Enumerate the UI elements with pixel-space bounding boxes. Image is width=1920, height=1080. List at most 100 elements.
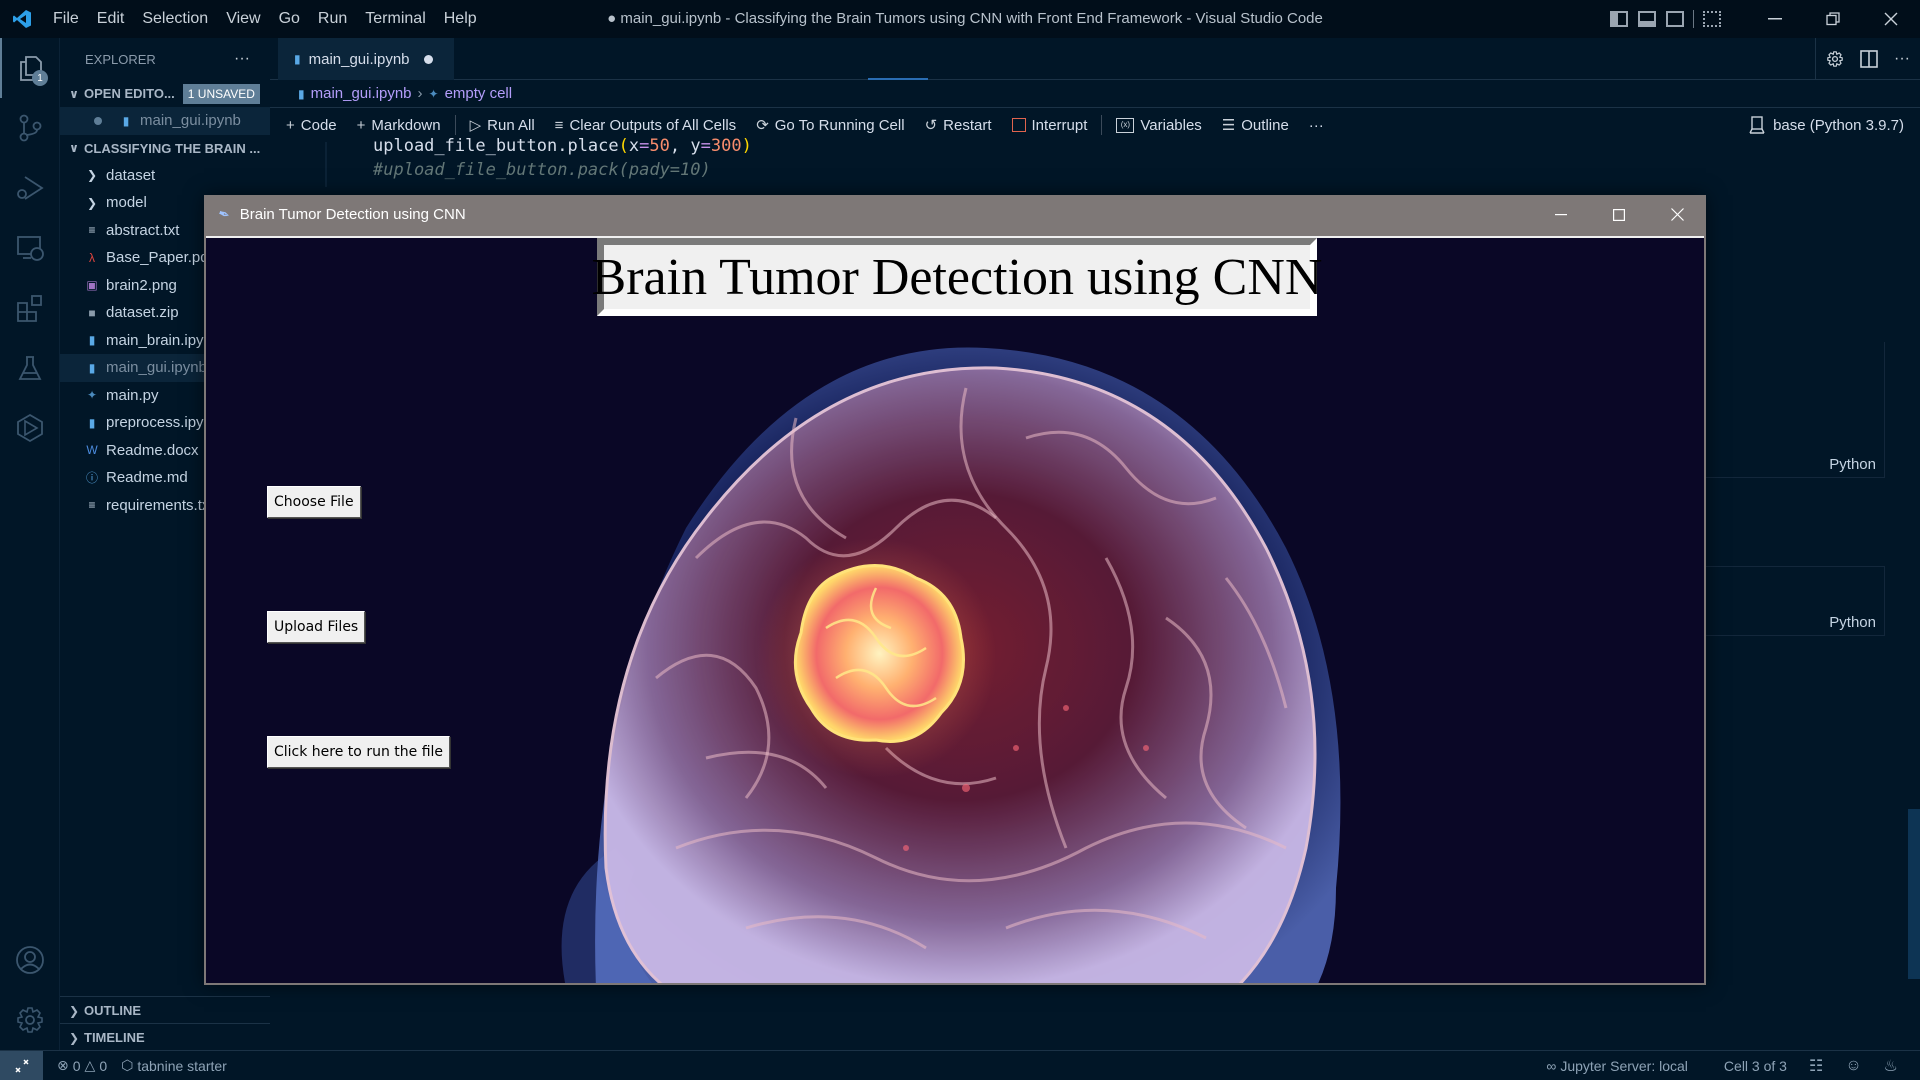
toolbar-more-button[interactable]: ···: [1309, 117, 1324, 134]
remote-icon: [14, 1058, 29, 1073]
editor-scrollbar-thumb[interactable]: [1908, 809, 1920, 979]
menu-terminal[interactable]: Terminal: [356, 10, 434, 28]
divider: [1693, 10, 1694, 28]
menu-selection[interactable]: Selection: [133, 10, 217, 28]
add-markdown-cell-button[interactable]: + Markdown: [357, 117, 441, 134]
kernel-picker[interactable]: base (Python 3.9.7): [1749, 108, 1904, 142]
code-token: (: [618, 136, 629, 156]
timeline-section[interactable]: ❯ TIMELINE: [60, 1024, 270, 1050]
tree-item-label: model: [106, 194, 147, 212]
close-button[interactable]: [1862, 0, 1920, 38]
open-editors-section[interactable]: ∨ OPEN EDITO... 1 UNSAVED: [60, 80, 270, 107]
problems-status[interactable]: ⊗ 0 △ 0: [57, 1057, 107, 1074]
add-code-cell-button[interactable]: + Code: [286, 117, 337, 134]
code-token: =: [639, 136, 650, 156]
tk-close-button[interactable]: [1648, 195, 1706, 234]
activity-manage[interactable]: [0, 990, 60, 1050]
breadcrumb-cell[interactable]: empty cell: [445, 85, 513, 102]
cell-language-label[interactable]: Python: [1829, 614, 1876, 631]
project-section[interactable]: ∨ CLASSIFYING THE BRAIN ...: [60, 135, 270, 162]
interrupt-button[interactable]: Interrupt: [1011, 117, 1087, 134]
jupyter-server-label: Jupyter Server: local: [1560, 1058, 1688, 1074]
outline-label: OUTLINE: [84, 1003, 142, 1018]
tree-item-label: main_gui.ipynb: [106, 359, 207, 377]
code-cell[interactable]: Python: [1705, 342, 1885, 478]
code-token: upload_file_button.place: [373, 136, 619, 156]
unsaved-dot-icon[interactable]: [423, 54, 433, 64]
notifications-bell-icon[interactable]: ♨: [1884, 1056, 1898, 1076]
menu-help[interactable]: Help: [435, 10, 486, 28]
activity-explorer[interactable]: 1: [0, 38, 60, 98]
menu-file[interactable]: File: [44, 10, 88, 28]
tree-item-label: requirements.txt: [106, 496, 214, 514]
activity-bar: 1: [0, 38, 60, 1050]
activity-source-control[interactable]: [0, 98, 60, 158]
clear-outputs-button[interactable]: ≡ Clear Outputs of All Cells: [555, 117, 737, 134]
toggle-secondary-sidebar-icon[interactable]: [1666, 11, 1684, 27]
tabnine-label: tabnine starter: [137, 1057, 227, 1074]
tk-minimize-button[interactable]: [1532, 195, 1590, 234]
activity-run-debug[interactable]: [0, 158, 60, 218]
tree-item-label: dataset: [106, 166, 156, 184]
variables-button[interactable]: (x) Variables: [1116, 117, 1202, 134]
more-actions-button[interactable]: ···: [1894, 50, 1910, 68]
breadcrumb: ▮ main_gui.ipynb › ✦ empty cell: [270, 80, 1920, 108]
tk-feather-icon: ✒: [215, 204, 233, 224]
code-line[interactable]: #upload_file_button.pack(pady=10): [373, 160, 711, 180]
cell-language-label[interactable]: Python: [1829, 456, 1876, 473]
settings-gear-icon[interactable]: [1826, 50, 1844, 68]
outline-button[interactable]: ☰ Outline: [1221, 116, 1289, 135]
list-icon: ☰: [1221, 117, 1236, 134]
go-to-running-cell-button[interactable]: ⟳ Go To Running Cell: [756, 116, 904, 135]
toolbar-divider: [1101, 115, 1103, 135]
tabnine-status[interactable]: ⬡ tabnine starter: [121, 1057, 227, 1074]
code-cell[interactable]: Python: [1705, 566, 1885, 636]
choose-file-button[interactable]: Choose File: [267, 486, 361, 518]
run-all-button[interactable]: ▷ Run All: [470, 116, 535, 135]
menu-run[interactable]: Run: [309, 10, 356, 28]
minimize-button[interactable]: [1746, 0, 1804, 38]
tumor-mass: [793, 564, 965, 743]
chevron-down-icon: ∨: [69, 141, 79, 155]
tab-main-gui[interactable]: ▮ main_gui.ipynb: [278, 38, 454, 80]
copilot-icon[interactable]: ☷: [1809, 1056, 1823, 1076]
code-token: ): [741, 136, 752, 156]
activity-accounts[interactable]: [0, 930, 60, 990]
python-icon: ✦: [428, 86, 439, 101]
activity-extensions[interactable]: [0, 278, 60, 338]
tk-maximize-button[interactable]: [1590, 195, 1648, 234]
remote-indicator-button[interactable]: [0, 1050, 43, 1080]
tree-item-label: brain2.png: [106, 276, 177, 294]
chevron-right-icon: ❯: [68, 1003, 80, 1018]
breadcrumb-file[interactable]: main_gui.ipynb: [311, 85, 412, 102]
activity-remote-explorer[interactable]: [0, 218, 60, 278]
split-editor-icon[interactable]: [1860, 50, 1878, 68]
restore-button[interactable]: [1804, 0, 1862, 38]
feedback-icon[interactable]: ☺: [1845, 1057, 1861, 1075]
cell-position-status[interactable]: Cell 3 of 3: [1724, 1058, 1787, 1074]
explorer-badge: 1: [32, 70, 48, 86]
activity-testing[interactable]: [0, 338, 60, 398]
tree-item-dataset[interactable]: ❯ dataset: [60, 162, 270, 190]
menu-view[interactable]: View: [217, 10, 269, 28]
restart-button[interactable]: ↺ Restart: [925, 116, 992, 135]
customize-layout-icon[interactable]: [1703, 11, 1721, 27]
run-file-button[interactable]: Click here to run the file: [267, 736, 451, 768]
project-label: CLASSIFYING THE BRAIN ...: [84, 140, 261, 156]
notebook-icon: ▮: [88, 360, 96, 375]
error-count: 0: [72, 1057, 81, 1074]
activity-jupyter[interactable]: [0, 398, 60, 458]
upload-files-button[interactable]: Upload Files: [267, 611, 366, 643]
code-line[interactable]: upload_file_button.place(x=50, y=300): [373, 136, 752, 156]
menu-go[interactable]: Go: [270, 10, 309, 28]
tk-window-title: Brain Tumor Detection using CNN: [239, 206, 466, 223]
tk-title-bar[interactable]: ✒ Brain Tumor Detection using CNN: [204, 195, 1706, 234]
toggle-panel-icon[interactable]: [1638, 11, 1656, 27]
outline-section[interactable]: ❯ OUTLINE: [60, 997, 270, 1024]
jupyter-server-status[interactable]: ∞ Jupyter Server: local: [1546, 1058, 1688, 1074]
chevron-right-icon: ❯: [86, 195, 98, 210]
toggle-primary-sidebar-icon[interactable]: [1610, 11, 1628, 27]
open-editor-item[interactable]: ▮ main_gui.ipynb: [60, 107, 270, 135]
explorer-more-button[interactable]: ···: [234, 50, 250, 68]
menu-edit[interactable]: Edit: [88, 10, 134, 28]
